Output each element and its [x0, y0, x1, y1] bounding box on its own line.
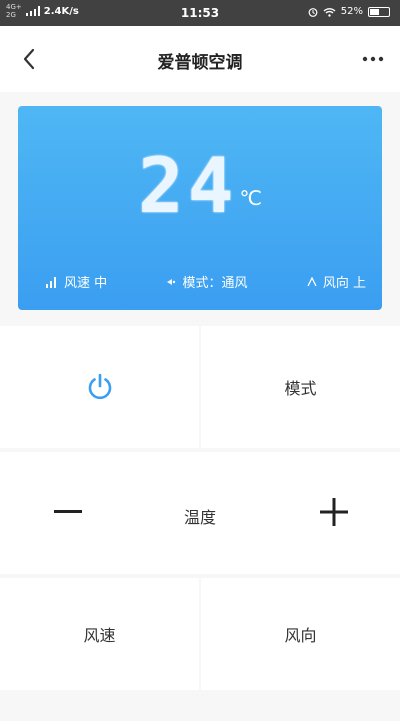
status-info-row: 风速 中 模式：通风 风向 上	[46, 272, 366, 291]
status-bar: 4G+ 2G 2.4K/s 11:53 52%	[0, 0, 400, 26]
battery-icon	[368, 6, 390, 17]
battery-text: 52%	[340, 6, 363, 17]
direction-status: 风向 上	[307, 272, 366, 291]
wifi-icon	[323, 7, 336, 17]
temperature-display: 24 ℃	[18, 146, 382, 226]
wind-direction-icon	[307, 276, 317, 286]
mode-text: 模式：通风	[182, 276, 248, 291]
power-icon	[88, 373, 111, 400]
battery-fill	[370, 8, 379, 15]
temperature-value: 24	[138, 141, 238, 230]
alarm-icon	[308, 7, 318, 17]
more-button[interactable]	[358, 44, 388, 74]
temperature-unit: ℃	[239, 186, 262, 210]
fan-speed-bars-icon	[46, 276, 56, 288]
plus-icon	[320, 498, 348, 526]
status-right: 52%	[308, 6, 390, 17]
fan-speed-status: 风速 中	[46, 272, 107, 291]
temperature-control: 温度	[0, 452, 400, 574]
fan-speed-button[interactable]: 风速	[0, 578, 199, 690]
fan-speed-label: 风速	[83, 626, 116, 645]
page-title: 爱普顿空调	[157, 53, 243, 73]
wind-direction-label: 风向	[284, 626, 317, 645]
app-header: 爱普顿空调	[0, 26, 400, 92]
bottom-spacer	[0, 692, 400, 721]
wind-direction-button[interactable]: 风向	[201, 578, 400, 690]
mode-button[interactable]: 模式	[201, 326, 400, 448]
mode-label: 模式	[284, 379, 317, 398]
temperature-increase-button[interactable]	[304, 482, 364, 542]
mode-fan-icon	[167, 278, 176, 285]
power-button[interactable]	[0, 326, 199, 448]
mode-status: 模式：通风	[166, 272, 248, 291]
direction-text: 风向 上	[322, 276, 366, 291]
fan-speed-text: 风速 中	[64, 276, 108, 291]
more-dots-icon	[362, 56, 384, 62]
